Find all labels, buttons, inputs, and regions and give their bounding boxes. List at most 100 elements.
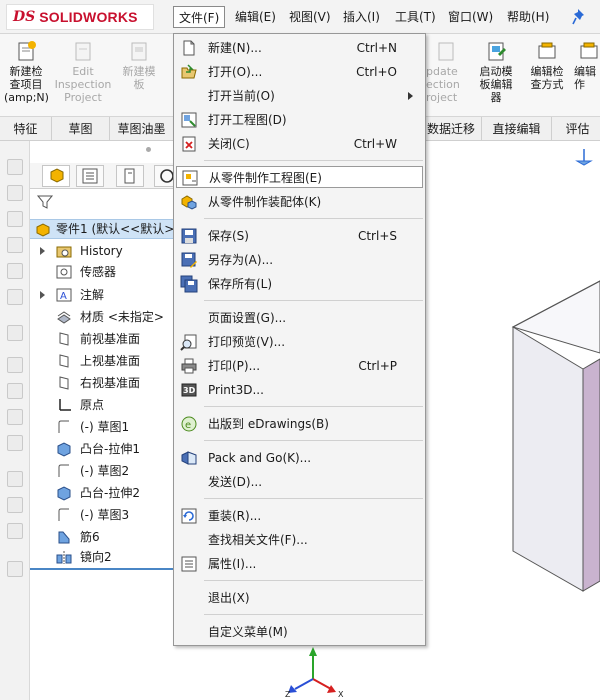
menu-item-label: 打开(O)... [208, 65, 263, 79]
solidworks-logo[interactable]: DS SOLIDWORKS [6, 4, 154, 30]
property-manager-tab[interactable] [76, 165, 104, 187]
tree-item-right-plane[interactable]: 右视基准面 [30, 373, 173, 393]
menu-item-open[interactable]: 打开(O)... Ctrl+O [176, 61, 423, 83]
strip-tool-icon[interactable] [7, 237, 23, 253]
menu-item-send[interactable]: 发送(D)... [176, 471, 423, 493]
menu-item-publish-edrawings[interactable]: e 出版到 eDrawings(B) [176, 413, 423, 435]
expand-arrow-icon[interactable] [40, 291, 45, 299]
panel-grip-icon[interactable] [146, 147, 151, 152]
model-box[interactable] [511, 280, 600, 592]
menu-item-save-all[interactable]: 保存所有(L) [176, 273, 423, 295]
menu-insert[interactable]: 插入(I) [338, 6, 385, 28]
rollback-bar[interactable] [30, 568, 173, 570]
strip-tool-icon[interactable] [7, 159, 23, 175]
tree-item-front-plane[interactable]: 前视基准面 [30, 329, 173, 349]
pin-icon[interactable] [572, 8, 588, 26]
strip-tool-icon[interactable] [7, 471, 23, 487]
menu-item-label: 重装(R)... [208, 509, 262, 523]
new-template-button[interactable]: 新建模 板 [116, 38, 162, 91]
edit-more-button[interactable]: 编辑 作 [574, 38, 600, 91]
tab-evaluate[interactable]: 评估 [552, 117, 600, 141]
rib-icon [58, 531, 70, 544]
menu-tools[interactable]: 工具(T) [390, 6, 441, 28]
tab-direct-editing[interactable]: 直接编辑 [482, 117, 552, 141]
tab-data-migration[interactable]: 数据迁移 [420, 117, 482, 141]
tab-sketch-ink[interactable]: 草图油墨 [110, 117, 174, 141]
strip-tool-icon[interactable] [7, 357, 23, 373]
edit-inspection-project-button[interactable]: Edit Inspection Project [54, 38, 112, 104]
feature-tree-tab[interactable] [42, 165, 70, 187]
tree-item-sensors[interactable]: 传感器 [30, 262, 173, 282]
menu-item-print-preview[interactable]: 打印预览(V)... [176, 331, 423, 353]
edit-check-method-button[interactable]: 编辑检 查方式 [524, 38, 570, 91]
tree-item-sketch2[interactable]: (-) 草图2 [30, 461, 173, 481]
tree-item-mirror2[interactable]: 镜向2 [30, 547, 173, 567]
strip-tool-icon[interactable] [7, 185, 23, 201]
menu-edit[interactable]: 编辑(E) [230, 6, 281, 28]
tree-item-boss-extrude2[interactable]: 凸台-拉伸2 [30, 483, 173, 503]
tree-item-annotations[interactable]: A 注解 [30, 285, 173, 305]
print-preview-icon [180, 334, 197, 351]
plane-icon [59, 332, 69, 346]
strip-tool-icon[interactable] [7, 561, 23, 577]
menu-item-make-drawing[interactable]: 从零件制作工程图(E) [176, 166, 423, 188]
tree-item-sketch3[interactable]: (-) 草图3 [30, 505, 173, 525]
strip-tool-icon[interactable] [7, 435, 23, 451]
menu-view[interactable]: 视图(V) [284, 6, 336, 28]
menu-item-print[interactable]: 打印(P)... Ctrl+P [176, 355, 423, 377]
menu-help[interactable]: 帮助(H) [502, 6, 554, 28]
strip-tool-icon[interactable] [7, 211, 23, 227]
menu-item-open-drawing[interactable]: 打开工程图(D) [176, 109, 423, 131]
tree-item-top-plane[interactable]: 上视基准面 [30, 351, 173, 371]
new-check-icon [18, 41, 36, 61]
launch-template-editor-button[interactable]: 启动模 板编辑 器 [472, 38, 520, 104]
strip-tool-icon[interactable] [7, 497, 23, 513]
extrude-icon [57, 442, 71, 457]
menu-item-close[interactable]: 关闭(C) Ctrl+W [176, 133, 423, 155]
tree-root-part[interactable]: 零件1 (默认<<默认> [30, 219, 174, 239]
strip-tool-icon[interactable] [7, 263, 23, 279]
tree-item-boss-extrude1[interactable]: 凸台-拉伸1 [30, 439, 173, 459]
menu-file[interactable]: 文件(F) [173, 6, 226, 28]
menu-item-open-current[interactable]: 打开当前(O) [176, 85, 423, 107]
expand-arrow-icon[interactable] [40, 247, 45, 255]
tree-item-label: 上视基准面 [80, 354, 141, 368]
tab-features[interactable]: 特征 [0, 117, 52, 141]
menu-item-reload[interactable]: 重装(R)... [176, 505, 423, 527]
new-check-project-button[interactable]: 新建检 查项目 (amp;N) [4, 38, 49, 104]
configuration-manager-tab[interactable] [116, 165, 144, 187]
menu-item-label: 打开工程图(D) [208, 113, 287, 127]
tree-item-label: 凸台-拉伸1 [80, 442, 140, 456]
menu-item-save-as[interactable]: 另存为(A)... [176, 249, 423, 271]
extrude-icon [57, 486, 71, 501]
dimxpert-tab[interactable] [154, 165, 174, 187]
menu-shortcut: Ctrl+S [357, 229, 397, 243]
menu-item-make-assembly[interactable]: 从零件制作装配体(K) [176, 191, 423, 213]
menu-item-properties[interactable]: 属性(I)... [176, 553, 423, 575]
menu-item-exit[interactable]: 退出(X) [176, 587, 423, 609]
menu-item-find-references[interactable]: 查找相关文件(F)... [176, 529, 423, 551]
menu-item-save[interactable]: 保存(S) Ctrl+S [176, 225, 423, 247]
menu-item-pack-and-go[interactable]: Pack and Go(K)... [176, 447, 423, 469]
menu-item-new[interactable]: 新建(N)... Ctrl+N [176, 37, 423, 59]
strip-tool-icon[interactable] [7, 383, 23, 399]
tree-item-material[interactable]: 材质 <未指定> [30, 307, 173, 327]
menu-item-print3d[interactable]: 3D Print3D... [176, 379, 423, 401]
update-inspection-project-button[interactable]: pdate ection roject [426, 38, 466, 104]
menu-item-customize-menu[interactable]: 自定义菜单(M) [176, 621, 423, 643]
menu-window[interactable]: 窗口(W) [443, 6, 498, 28]
strip-tool-icon[interactable] [7, 523, 23, 539]
menu-item-page-setup[interactable]: 页面设置(G)... [176, 307, 423, 329]
tab-sketch[interactable]: 草图 [52, 117, 110, 141]
tree-item-sketch1[interactable]: (-) 草图1 [30, 417, 173, 437]
tree-item-history[interactable]: History [30, 241, 173, 261]
strip-tool-icon[interactable] [7, 409, 23, 425]
print3d-icon: 3D [181, 383, 197, 397]
edit-more-icon [580, 42, 598, 59]
view-triad-icon[interactable] [575, 149, 593, 166]
filter-icon[interactable] [36, 193, 54, 211]
tree-item-rib6[interactable]: 筋6 [30, 527, 173, 547]
strip-tool-icon[interactable] [7, 289, 23, 305]
tree-item-origin[interactable]: 原点 [30, 395, 173, 415]
strip-tool-icon[interactable] [7, 325, 23, 341]
